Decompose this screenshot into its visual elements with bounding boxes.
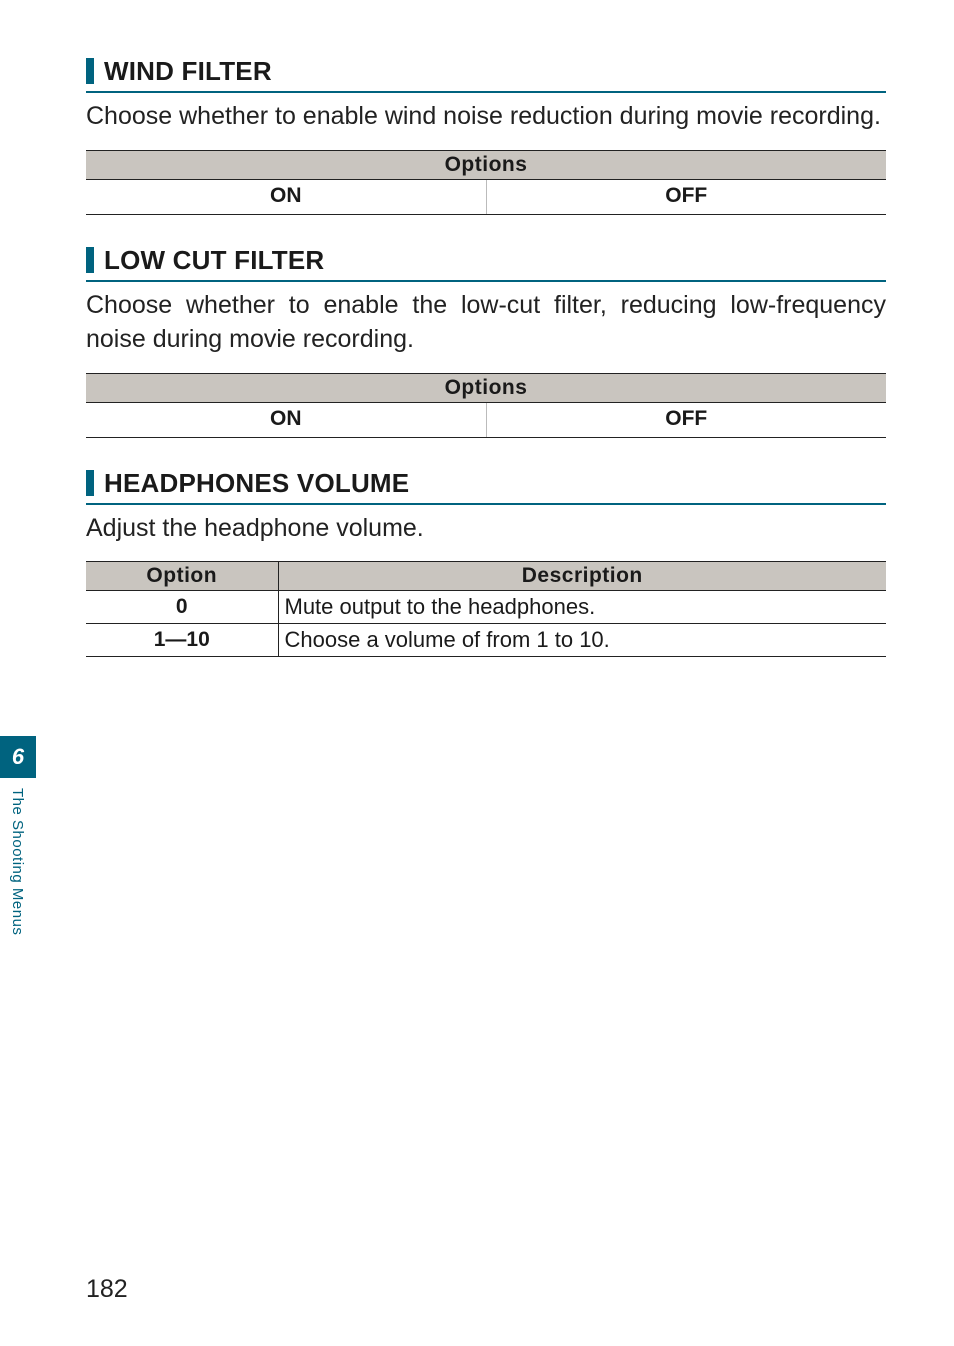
option-off: OFF	[486, 402, 886, 437]
options-table-wind-filter: Options ON OFF	[86, 150, 886, 215]
option-value-0: 0	[86, 591, 278, 624]
option-off: OFF	[486, 179, 886, 214]
section-heading-headphones-volume: HEADPHONES VOLUME	[86, 468, 886, 505]
desc-table-headphones-volume: Option Description 0 Mute output to the …	[86, 561, 886, 657]
side-tab-chapter-label: The Shooting Menus	[9, 788, 26, 935]
option-on: ON	[86, 179, 486, 214]
body-text-wind-filter: Choose whether to enable wind noise redu…	[86, 99, 886, 134]
table-row: ON OFF	[86, 179, 886, 214]
options-header-cell: Options	[86, 150, 886, 179]
options-header-cell: Options	[86, 373, 886, 402]
option-on: ON	[86, 402, 486, 437]
page-number: 182	[86, 1275, 128, 1304]
table-row: 1—10 Choose a volume of from 1 to 10.	[86, 624, 886, 657]
options-table-low-cut-filter: Options ON OFF	[86, 373, 886, 438]
option-value-1-10: 1—10	[86, 624, 278, 657]
table-row: ON OFF	[86, 402, 886, 437]
option-desc-1-10: Choose a volume of from 1 to 10.	[278, 624, 886, 657]
col-header-description: Description	[278, 562, 886, 591]
table-row: 0 Mute output to the headphones.	[86, 591, 886, 624]
option-desc-0: Mute output to the headphones.	[278, 591, 886, 624]
body-text-headphones-volume: Adjust the headphone volume.	[86, 511, 886, 546]
section-heading-wind-filter: WIND FILTER	[86, 56, 886, 93]
side-tab-chapter-number: 6	[0, 736, 36, 778]
col-header-option: Option	[86, 562, 278, 591]
section-heading-low-cut-filter: LOW CUT FILTER	[86, 245, 886, 282]
body-text-low-cut-filter: Choose whether to enable the low-cut fil…	[86, 288, 886, 357]
